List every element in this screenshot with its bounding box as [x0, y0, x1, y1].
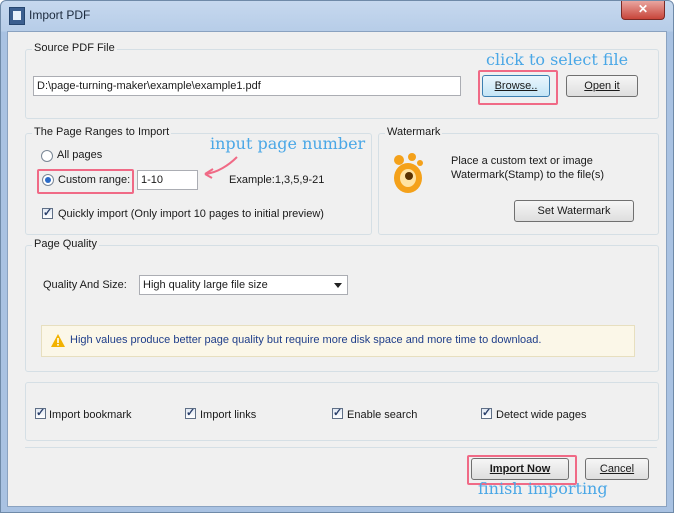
page-quality-group-label: Page Quality	[32, 238, 99, 250]
dialog-body: Source PDF File D:\page-turning-maker\ex…	[7, 31, 667, 507]
all-pages-label[interactable]: All pages	[57, 149, 102, 161]
custom-range-input[interactable]: 1-10	[137, 170, 198, 190]
quality-select[interactable]: High quality large file size	[139, 275, 348, 295]
range-example-text: Example:1,3,5,9-21	[229, 174, 325, 186]
page-ranges-group-label: The Page Ranges to Import	[32, 126, 172, 138]
import-now-button[interactable]: Import Now	[471, 458, 569, 480]
cancel-button-label: Cancel	[599, 463, 635, 475]
watermark-group-label: Watermark	[385, 126, 443, 138]
all-pages-radio[interactable]	[41, 150, 53, 162]
pdf-app-icon	[9, 7, 25, 25]
enable-search-label[interactable]: Enable search	[347, 409, 417, 421]
custom-range-label[interactable]: Custom range:	[58, 174, 130, 186]
import-bookmark-checkbox[interactable]	[35, 406, 46, 419]
import-bookmark-label[interactable]: Import bookmark	[49, 409, 132, 421]
footer-divider	[25, 447, 657, 448]
gimp-mascot-icon	[394, 153, 423, 193]
import-pdf-window: Import PDF ✕ Source PDF File D:\page-tur…	[0, 0, 674, 513]
set-watermark-button[interactable]: Set Watermark	[514, 200, 634, 222]
browse-button[interactable]: Browse..	[482, 75, 550, 97]
finish-importing-annotation: finish importing	[478, 479, 608, 498]
chevron-down-icon	[334, 283, 342, 288]
source-pdf-group-label: Source PDF File	[32, 42, 117, 54]
warning-icon	[51, 334, 65, 347]
quick-import-label[interactable]: Quickly import (Only import 10 pages to …	[58, 208, 324, 220]
import-now-button-label: Import Now	[489, 463, 551, 475]
pdf-path-field[interactable]: D:\page-turning-maker\example\example1.p…	[33, 76, 461, 96]
detect-wide-pages-label[interactable]: Detect wide pages	[496, 409, 587, 421]
cancel-button[interactable]: Cancel	[585, 458, 649, 480]
watermark-description-line2: Watermark(Stamp) to the file(s)	[451, 169, 605, 181]
open-it-button[interactable]: Open it	[566, 75, 638, 97]
quality-warning-banner: High values produce better page quality …	[41, 325, 635, 357]
title-bar[interactable]: Import PDF ✕	[1, 1, 673, 31]
custom-range-radio[interactable]	[42, 174, 54, 186]
select-file-annotation: click to select file	[486, 50, 629, 69]
quality-size-label: Quality And Size:	[43, 279, 127, 291]
page-number-annotation: input page number	[210, 134, 366, 153]
watermark-description-line1: Place a custom text or image	[451, 155, 593, 167]
window-title: Import PDF	[29, 8, 91, 22]
quality-select-value: High quality large file size	[143, 279, 268, 291]
import-links-label[interactable]: Import links	[200, 409, 256, 421]
detect-wide-pages-checkbox[interactable]	[481, 406, 492, 419]
browse-button-label: Browse..	[494, 80, 538, 92]
arrow-annotation-icon	[204, 156, 238, 179]
import-links-checkbox[interactable]	[185, 406, 196, 419]
quality-warning-text: High values produce better page quality …	[70, 334, 542, 346]
close-button[interactable]: ✕	[621, 1, 665, 20]
open-it-button-label: Open it	[584, 80, 620, 92]
enable-search-checkbox[interactable]	[332, 406, 343, 419]
quick-import-checkbox[interactable]	[42, 206, 53, 219]
